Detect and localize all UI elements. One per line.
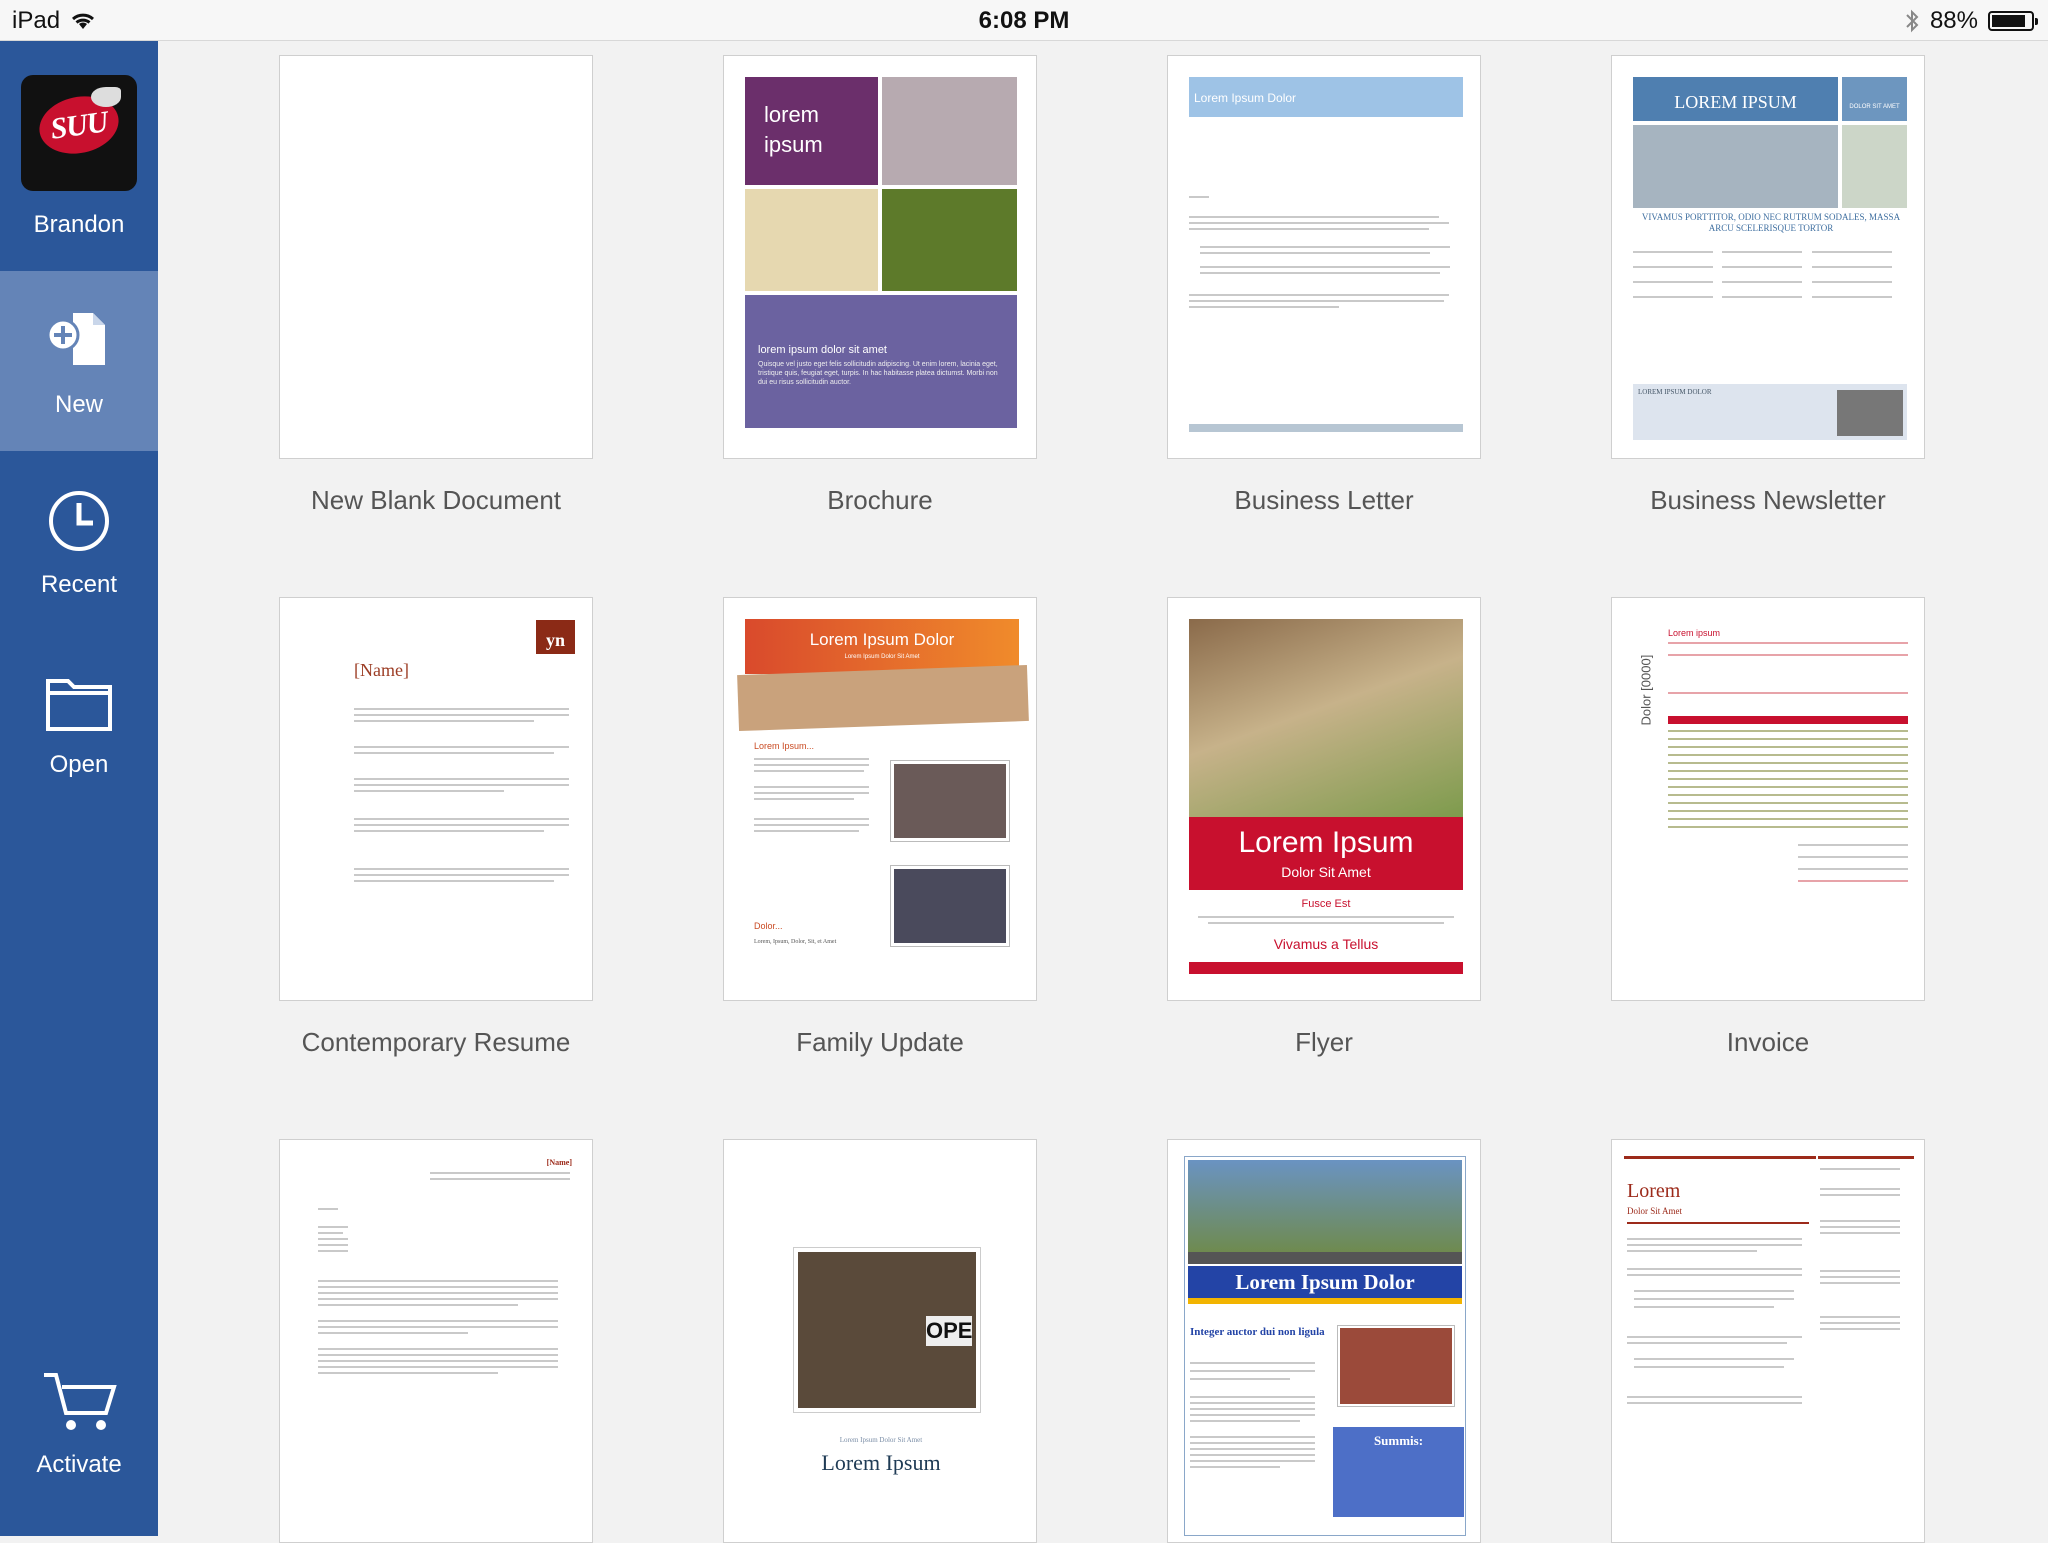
- newsletter-banner: Lorem Ipsum Dolor: [1235, 1270, 1415, 1294]
- template-thumbnail: [279, 55, 593, 459]
- folder-icon: [46, 679, 112, 731]
- template-name: Flyer: [1295, 1027, 1353, 1057]
- resume-name: [Name]: [354, 660, 409, 680]
- clock: 6:08 PM: [978, 7, 1070, 34]
- family-title: Lorem Ipsum Dolor: [809, 630, 955, 649]
- flyer-line-2: Vivamus a Tellus: [1273, 936, 1379, 952]
- template-gallery: New Blank Document lorem ipsum lorem ips…: [158, 41, 2048, 1543]
- template-thumbnail: LOREM IPSUM DOLOR SIT AMET VIVAMUS PORTT…: [1611, 55, 1925, 459]
- family-subtitle: Lorem Ipsum Dolor Sit Amet: [844, 654, 920, 660]
- letter-name: [Name]: [546, 1158, 572, 1167]
- shop-sign-photo: OPE: [794, 1248, 980, 1412]
- brochure-subtitle: lorem ipsum dolor sit amet: [758, 344, 887, 356]
- sidebar-item-new[interactable]: New: [0, 271, 158, 451]
- sidebar-item-open[interactable]: Open: [0, 631, 158, 811]
- letter-header: Lorem Ipsum Dolor: [1194, 91, 1297, 105]
- syllabus-title: Lorem: [1627, 1180, 1681, 1202]
- flyer-subtitle: Dolor Sit Amet: [1281, 864, 1371, 880]
- pen-photo: [1837, 390, 1903, 436]
- report-title: Lorem Ipsum: [821, 1450, 941, 1475]
- newsletter-side: DOLOR SIT AMET: [1849, 104, 1900, 110]
- template-thumbnail: Lorem Ipsum Dolor Integer auctor dui non…: [1167, 1139, 1481, 1543]
- brochure-body: Quisque vel justo eget felis sollicitudi…: [758, 361, 998, 386]
- family-heading-2: Dolor...: [754, 921, 783, 931]
- report-small-title: Lorem Ipsum Dolor Sit Amet: [839, 1436, 923, 1444]
- sidebar-item-recent[interactable]: Recent: [0, 451, 158, 631]
- template-thumbnail: lorem ipsum lorem ipsum dolor sit amet Q…: [723, 55, 1037, 459]
- template-name: Family Update: [796, 1027, 964, 1057]
- sidebar-item-label: Open: [49, 751, 109, 778]
- template-thumbnail: Lorem Dolor Sit Amet: [1611, 1139, 1925, 1543]
- template-thumbnail: yn [Name]: [279, 597, 593, 1001]
- resume-initials: yn: [545, 630, 565, 650]
- activate-button[interactable]: Activate: [0, 1331, 158, 1511]
- sidebar: SUU Brandon New Recent Open Activate: [0, 41, 158, 1536]
- mother-baby-photo: [891, 761, 1009, 841]
- soccer-player-photo: [1338, 1326, 1454, 1406]
- brochure-title: lorem ipsum: [764, 102, 823, 157]
- family-heading: Lorem Ipsum...: [754, 741, 815, 751]
- activate-label: Activate: [36, 1451, 122, 1478]
- battery-percent: 88%: [1929, 7, 1978, 34]
- open-sign-text: OPE: [926, 1316, 972, 1346]
- syllabus-subtitle: Dolor Sit Amet: [1627, 1206, 1683, 1216]
- clock-icon: [49, 491, 109, 551]
- template-thumbnail: [Name]: [279, 1139, 593, 1543]
- template-thumbnail: OPE Lorem Ipsum Dolor Sit Amet Lorem Ips…: [723, 1139, 1037, 1543]
- salad-photo: [882, 189, 1017, 291]
- newsletter-box-title: LOREM IPSUM DOLOR: [1638, 388, 1712, 396]
- template-name: Brochure: [827, 485, 933, 515]
- template-name: Contemporary Resume: [301, 1027, 571, 1057]
- user-name: Brandon: [33, 211, 125, 238]
- invoice-vertical-label: Dolor [0000]: [1638, 654, 1654, 726]
- sidebar-item-label: New: [54, 391, 103, 418]
- flyer-title: Lorem Ipsum: [1238, 826, 1414, 859]
- glasses-photo: [882, 77, 1017, 185]
- runners-photo: [1188, 1160, 1462, 1256]
- avatar: SUU: [21, 75, 137, 191]
- newsletter-heading: Integer auctor dui non ligula: [1190, 1326, 1325, 1338]
- sidebar-item-label: Recent: [40, 571, 118, 598]
- newsletter-headline: VIVAMUS PORTTITOR, ODIO NEC RUTRUM SODAL…: [1641, 212, 1901, 233]
- template-thumbnail: Dolor [0000] Lorem ipsum: [1611, 597, 1925, 1001]
- family-footer: Lorem, Ipsum, Dolor, Sit, et Amet: [754, 939, 837, 945]
- invoice-title: Lorem ipsum: [1668, 628, 1721, 638]
- template-name: Business Newsletter: [1650, 485, 1886, 515]
- template-name: New Blank Document: [311, 485, 561, 515]
- template-name: Invoice: [1726, 1027, 1810, 1057]
- business-people-photo: [1633, 125, 1838, 208]
- pasta-photo: [745, 189, 878, 291]
- graduation-photo: [891, 866, 1009, 946]
- status-bar: iPad 6:08 PM 88%: [0, 0, 2048, 41]
- new-document-icon: [46, 313, 105, 365]
- template-thumbnail: Lorem Ipsum Dolor Sit Amet Fusce Est Viv…: [1167, 597, 1481, 1001]
- family-photos-strip: [737, 664, 1029, 732]
- user-profile[interactable]: SUU Brandon: [0, 41, 158, 271]
- battery-icon: [1988, 11, 2038, 31]
- newsletter-summary-title: Summis:: [1373, 1433, 1424, 1448]
- newsletter-masthead: LOREM IPSUM: [1674, 92, 1797, 112]
- template-thumbnail: Lorem Ipsum Dolor Lorem Ipsum Dolor Sit …: [723, 597, 1037, 1001]
- bluetooth-icon: [1906, 9, 1919, 33]
- template-name: Business Letter: [1234, 485, 1414, 515]
- cart-icon: [44, 1373, 117, 1430]
- template-thumbnail: Lorem Ipsum Dolor: [1167, 55, 1481, 459]
- friends-laughing-photo: [1189, 619, 1463, 824]
- flyer-line-1: Fusce Est: [1301, 898, 1351, 910]
